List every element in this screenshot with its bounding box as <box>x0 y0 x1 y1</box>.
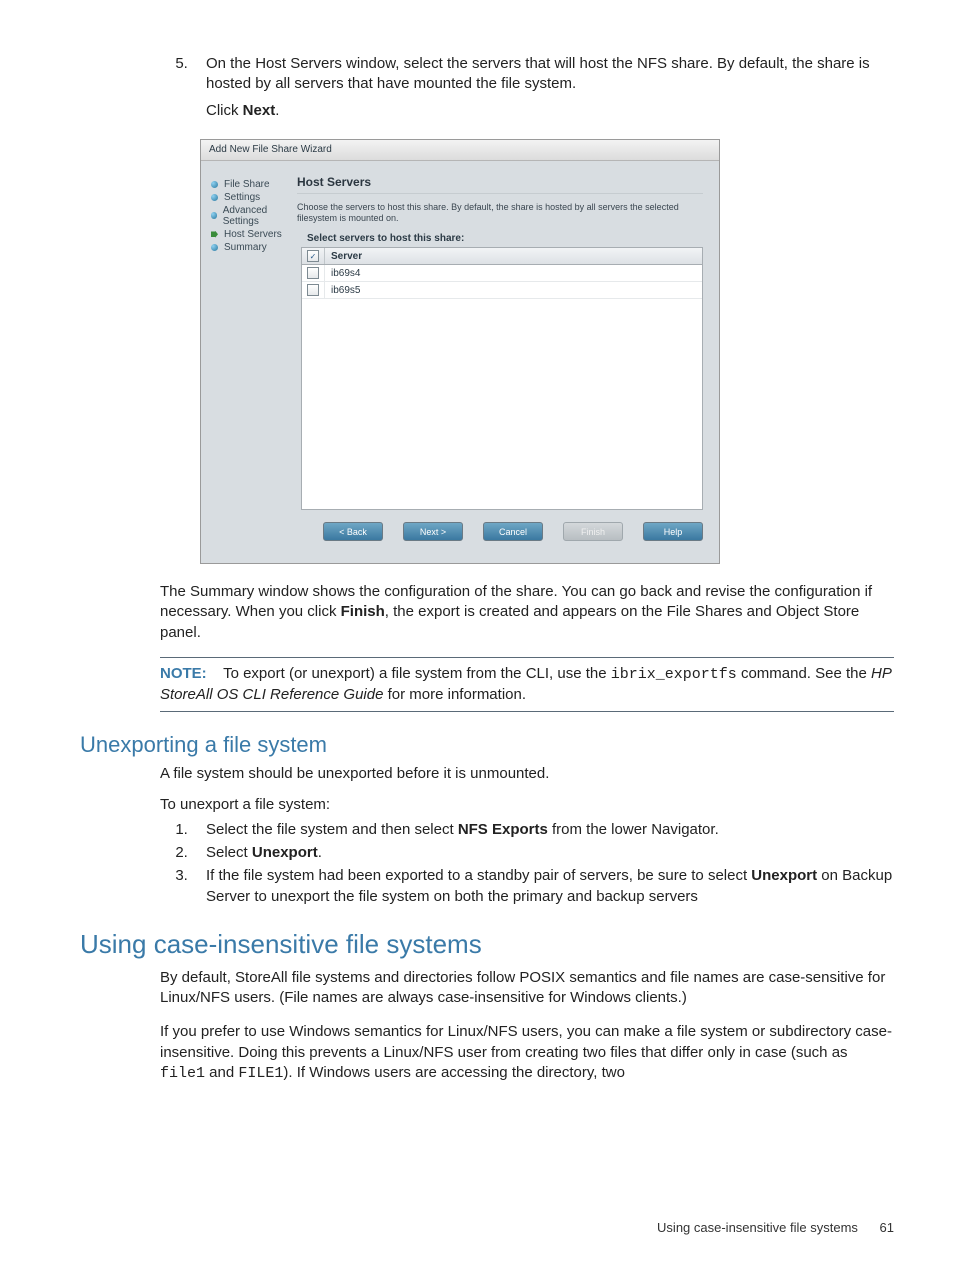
bullet-icon <box>211 212 217 219</box>
document-page: On the Host Servers window, select the s… <box>0 0 954 1271</box>
summary-paragraph: The Summary window shows the configurati… <box>160 582 894 643</box>
row-checkbox[interactable] <box>302 265 325 281</box>
wizard-heading: Host Servers <box>297 175 703 189</box>
bullet-icon <box>211 244 218 251</box>
next-button[interactable]: Next > <box>403 522 463 541</box>
page-footer: Using case-insensitive file systems 61 <box>657 1220 894 1235</box>
wizard-main: Host Servers Choose the servers to host … <box>297 161 719 563</box>
server-name: ib69s4 <box>325 268 360 279</box>
divider <box>297 193 703 194</box>
select-all-checkbox[interactable]: ✓ <box>302 248 325 264</box>
unexport-step-1: Select the file system and then select N… <box>192 819 894 840</box>
note-rule-bottom <box>160 711 894 712</box>
unexport-step-2: Select Unexport. <box>192 842 894 863</box>
bullet-icon <box>211 181 218 188</box>
finish-button: Finish <box>563 522 623 541</box>
help-button[interactable]: Help <box>643 522 703 541</box>
unexport-p1: A file system should be unexported befor… <box>160 764 894 784</box>
step-list: On the Host Servers window, select the s… <box>80 54 894 121</box>
wizard-screenshot: Add New File Share Wizard File Share Set… <box>200 139 720 564</box>
caseins-p1: By default, StoreAll file systems and di… <box>160 968 894 1009</box>
caseins-p2: If you prefer to use Windows semantics f… <box>160 1022 894 1084</box>
footer-text: Using case-insensitive file systems <box>657 1220 858 1235</box>
wizard-subheading: Select servers to host this share: <box>297 233 703 247</box>
arrow-icon <box>211 231 218 238</box>
heading-case-insensitive: Using case-insensitive file systems <box>80 929 894 960</box>
note-paragraph: NOTE: To export (or unexport) a file sys… <box>160 664 894 706</box>
page-number: 61 <box>880 1220 894 1235</box>
server-table-header: ✓ Server <box>302 247 702 265</box>
nav-advanced-settings[interactable]: Advanced Settings <box>211 205 291 227</box>
step-5-click-next: Click Next. <box>206 101 894 121</box>
unexport-steps: Select the file system and then select N… <box>80 819 894 907</box>
server-table: ✓ Server ib69s4 ib69s5 <box>301 247 703 510</box>
cancel-button[interactable]: Cancel <box>483 522 543 541</box>
nav-settings[interactable]: Settings <box>211 192 291 203</box>
column-server: Server <box>325 251 362 262</box>
table-row[interactable]: ib69s4 <box>302 265 702 282</box>
row-checkbox[interactable] <box>302 282 325 298</box>
wizard-buttons: < Back Next > Cancel Finish Help <box>297 510 703 551</box>
heading-unexporting: Unexporting a file system <box>80 732 894 758</box>
nav-summary[interactable]: Summary <box>211 242 291 253</box>
note-label: NOTE: <box>160 665 207 682</box>
note-rule-top <box>160 657 894 658</box>
wizard-title: Add New File Share Wizard <box>201 140 719 161</box>
server-name: ib69s5 <box>325 285 360 296</box>
table-row[interactable]: ib69s5 <box>302 282 702 299</box>
nav-host-servers[interactable]: Host Servers <box>211 229 291 240</box>
unexport-p2: To unexport a file system: <box>160 795 894 815</box>
nav-file-share[interactable]: File Share <box>211 179 291 190</box>
unexport-step-3: If the file system had been exported to … <box>192 865 894 907</box>
back-button[interactable]: < Back <box>323 522 383 541</box>
bullet-icon <box>211 194 218 201</box>
step-5-text: On the Host Servers window, select the s… <box>206 55 870 92</box>
wizard-nav: File Share Settings Advanced Settings Ho… <box>201 161 297 563</box>
wizard-description: Choose the servers to host this share. B… <box>297 202 703 225</box>
step-5: On the Host Servers window, select the s… <box>192 54 894 121</box>
